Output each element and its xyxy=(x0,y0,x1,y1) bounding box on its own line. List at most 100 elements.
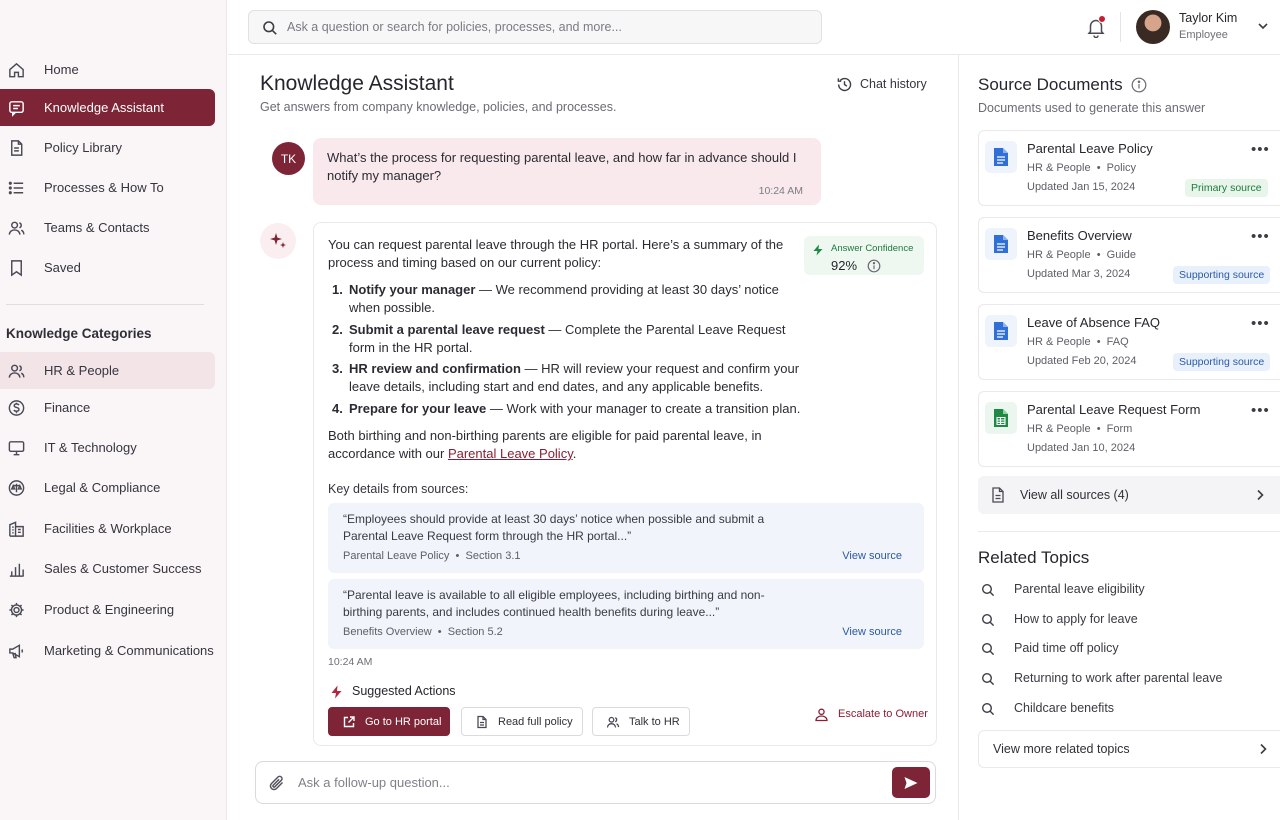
chat-history-button[interactable]: Chat history xyxy=(836,74,927,94)
chevron-right-icon xyxy=(1258,743,1268,755)
sidebar-item-policy-library[interactable]: Policy Library xyxy=(0,129,215,166)
source-quote: “Employees should provide at least 30 da… xyxy=(328,503,924,573)
sidebar-item-label: Knowledge Assistant xyxy=(44,100,164,115)
sidebar-item-teams-contacts[interactable]: Teams & Contacts xyxy=(0,209,215,246)
top-bar: Taylor Kim Employee xyxy=(228,0,1280,55)
source-panel: Source Documents Documents used to gener… xyxy=(958,55,1280,820)
status-badge: Supporting source xyxy=(1173,266,1271,284)
document-meta: HR & People • Form xyxy=(1027,423,1133,435)
related-topic-label: Paid time off policy xyxy=(1014,641,1119,655)
sidebar-item-saved[interactable]: Saved xyxy=(0,249,215,286)
chevron-down-icon[interactable] xyxy=(1257,20,1269,32)
followup-input[interactable] xyxy=(298,762,878,803)
document-category: HR & People xyxy=(1027,423,1091,435)
view-all-label: View all sources (4) xyxy=(1020,488,1129,502)
categories-heading: Knowledge Categories xyxy=(6,326,152,341)
document-category: HR & People xyxy=(1027,336,1091,348)
quote-source: Benefits Overview • Section 5.2 xyxy=(343,626,503,638)
step-title: Notify your manager xyxy=(349,282,476,297)
view-source-link[interactable]: View source xyxy=(842,626,902,638)
sidebar: Home Knowledge Assistant Policy Library … xyxy=(0,0,227,820)
monitor-icon xyxy=(7,438,26,457)
step-number: 3. xyxy=(332,361,343,376)
document-title: Parental Leave Request Form xyxy=(1027,402,1201,417)
document-type: Form xyxy=(1106,423,1133,435)
search-icon xyxy=(981,672,995,686)
view-more-label: View more related topics xyxy=(993,742,1130,756)
document-updated: Updated Jan 15, 2024 xyxy=(1027,181,1136,193)
user-message: What’s the process for requesting parent… xyxy=(313,138,821,205)
building-icon xyxy=(7,519,26,538)
category-legal-compliance[interactable]: Legal & Compliance xyxy=(0,469,215,506)
view-all-sources-button[interactable]: View all sources (4) xyxy=(978,476,1280,514)
step-body: HR review and confirmation — HR will rev… xyxy=(349,360,804,396)
sidebar-item-knowledge-assistant[interactable]: Knowledge Assistant xyxy=(0,89,215,126)
category-hr-people[interactable]: HR & People xyxy=(0,352,215,389)
escalate-to-owner-button[interactable]: Escalate to Owner xyxy=(814,705,928,723)
step-body: Prepare for your leave — Work with your … xyxy=(349,400,829,418)
send-button[interactable] xyxy=(892,767,930,798)
category-finance[interactable]: Finance xyxy=(0,389,215,426)
category-product-engineering[interactable]: Product & Engineering xyxy=(0,591,215,628)
related-topic-label: Parental leave eligibility xyxy=(1014,582,1145,596)
more-options-icon[interactable]: ••• xyxy=(1251,228,1270,245)
notification-indicator xyxy=(1098,15,1106,23)
sidebar-item-processes[interactable]: Processes & How To xyxy=(0,169,215,206)
sidebar-item-home[interactable]: Home xyxy=(0,51,215,88)
view-source-link[interactable]: View source xyxy=(842,550,902,562)
sidebar-item-label: Policy Library xyxy=(44,140,123,155)
search-icon xyxy=(981,702,995,716)
document-title: Benefits Overview xyxy=(1027,228,1132,243)
page-subtitle: Get answers from company knowledge, poli… xyxy=(260,100,617,114)
category-label: IT & Technology xyxy=(44,440,137,455)
document-category: HR & People xyxy=(1027,162,1091,174)
more-options-icon[interactable]: ••• xyxy=(1251,402,1270,419)
source-document[interactable]: Parental Leave Policy HR & People • Poli… xyxy=(978,130,1280,206)
category-marketing-communications[interactable]: Marketing & Communications xyxy=(0,632,215,669)
document-icon xyxy=(985,315,1017,347)
step-text: — Work with your manager to create a tra… xyxy=(486,401,801,416)
category-sales-customer-success[interactable]: Sales & Customer Success xyxy=(0,550,215,587)
global-search[interactable] xyxy=(248,10,822,44)
step-number: 1. xyxy=(332,282,343,297)
category-label: Product & Engineering xyxy=(44,602,175,617)
avatar[interactable] xyxy=(1136,10,1170,44)
search-input[interactable] xyxy=(287,11,807,43)
step-number: 2. xyxy=(332,322,343,337)
document-icon xyxy=(475,715,489,729)
quote-section: Section 5.2 xyxy=(447,626,503,638)
category-it-technology[interactable]: IT & Technology xyxy=(0,429,215,466)
info-icon[interactable] xyxy=(1131,77,1147,93)
spreadsheet-icon xyxy=(985,402,1017,434)
gear-icon xyxy=(7,600,26,619)
message-timestamp: 10:24 AM xyxy=(758,185,803,197)
category-label: Sales & Customer Success xyxy=(44,561,202,576)
more-options-icon[interactable]: ••• xyxy=(1251,141,1270,158)
read-full-policy-button[interactable]: Read full policy xyxy=(461,707,583,736)
source-document[interactable]: Leave of Absence FAQ HR & People • FAQ U… xyxy=(978,304,1280,380)
confidence-value: 92% xyxy=(831,258,858,273)
category-facilities-workplace[interactable]: Facilities & Workplace xyxy=(0,510,215,547)
info-icon[interactable] xyxy=(867,259,881,273)
policy-link[interactable]: Parental Leave Policy xyxy=(448,446,573,461)
talk-to-hr-button[interactable]: Talk to HR xyxy=(592,707,690,736)
answer-step: 1. Notify your manager — We recommend pr… xyxy=(332,281,802,317)
button-label: Go to HR portal xyxy=(365,715,442,728)
button-label: Read full policy xyxy=(498,715,573,728)
document-category: HR & People xyxy=(1027,249,1091,261)
source-quote: “Parental leave is available to all elig… xyxy=(328,579,924,649)
sidebar-divider xyxy=(6,304,204,305)
paperclip-icon[interactable] xyxy=(268,774,286,792)
sources-subtitle: Documents used to generate this answer xyxy=(978,101,1206,115)
people-icon xyxy=(606,715,620,729)
source-document[interactable]: Parental Leave Request Form HR & People … xyxy=(978,391,1280,467)
more-options-icon[interactable]: ••• xyxy=(1251,315,1270,332)
people-icon xyxy=(7,361,26,380)
document-updated: Updated Mar 3, 2024 xyxy=(1027,268,1131,280)
go-to-hr-portal-button[interactable]: Go to HR portal xyxy=(328,707,450,736)
lightning-icon xyxy=(330,685,343,699)
view-more-topics-button[interactable]: View more related topics xyxy=(978,730,1280,768)
source-document[interactable]: Benefits Overview HR & People • Guide Up… xyxy=(978,217,1280,293)
quote-section: Section 3.1 xyxy=(465,550,521,562)
answer-step: 2. Submit a parental leave request — Com… xyxy=(332,321,802,357)
